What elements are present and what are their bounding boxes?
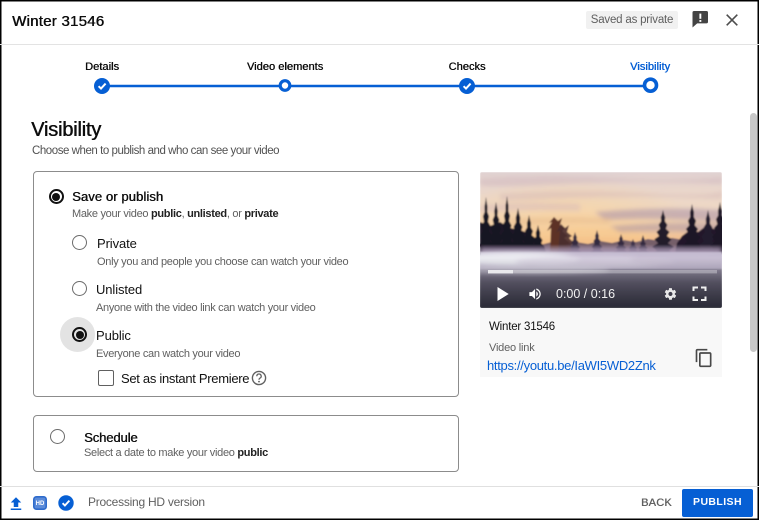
- svg-text:0:00 / 0:16: 0:00 / 0:16: [556, 287, 615, 301]
- svg-text:HD: HD: [36, 501, 45, 507]
